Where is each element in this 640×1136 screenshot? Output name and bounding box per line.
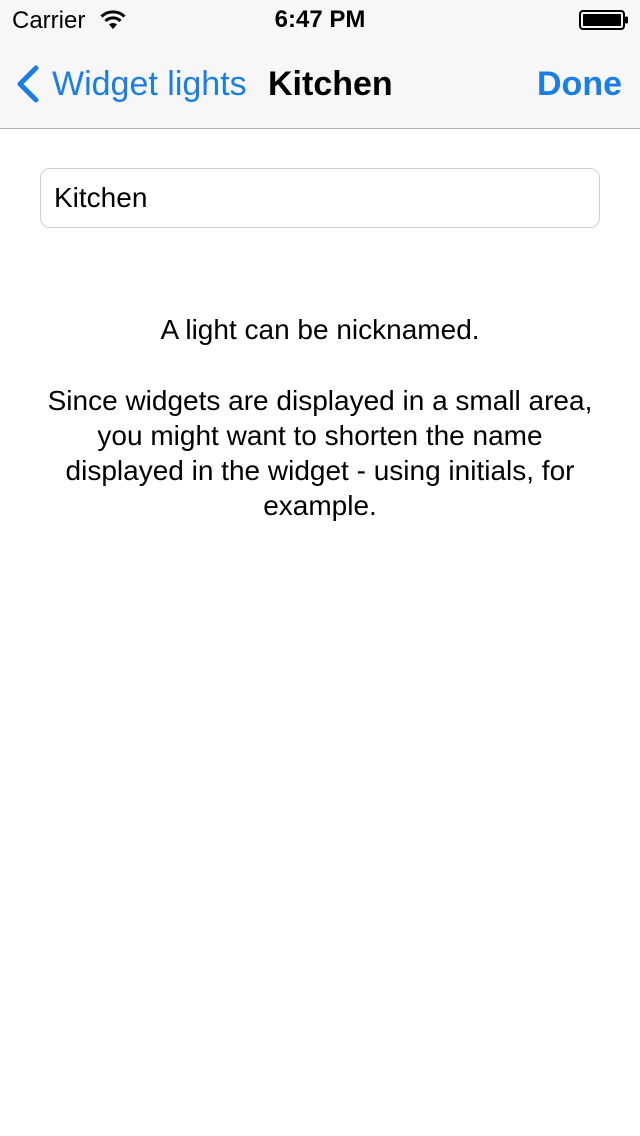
info-description: Since widgets are displayed in a small a…: [47, 385, 593, 521]
info-text: A light can be nicknamed. Since widgets …: [40, 312, 600, 523]
status-time: 6:47 PM: [274, 6, 366, 33]
nickname-input[interactable]: [40, 168, 600, 228]
back-button[interactable]: Widget lights: [14, 62, 247, 106]
page-title: Kitchen: [268, 65, 393, 103]
done-button[interactable]: Done: [537, 62, 622, 106]
chevron-left-icon: [17, 65, 39, 103]
navigation-bar: Widget lights Kitchen Done: [0, 40, 640, 128]
battery-icon: [579, 10, 628, 30]
screen: Carrier 6:47 PM Widget lights Kitchen Do…: [0, 0, 640, 1136]
back-label: Widget lights: [52, 65, 247, 103]
top-bar: Carrier 6:47 PM Widget lights Kitchen Do…: [0, 0, 640, 129]
info-heading: A light can be nicknamed.: [160, 314, 480, 345]
status-bar: Carrier 6:47 PM: [0, 0, 640, 40]
